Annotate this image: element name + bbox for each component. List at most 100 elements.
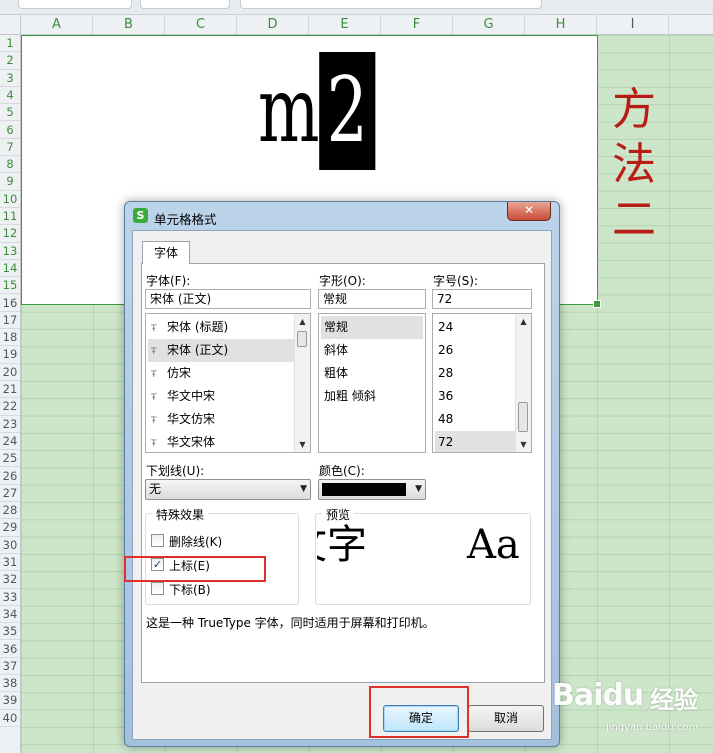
list-item[interactable]: Ŧ 宋体 (正文) [148,339,294,362]
row-header[interactable]: 24 [0,433,20,451]
strikethrough-label[interactable]: 删除线(K) [169,533,222,550]
list-item[interactable]: 26 [435,339,515,362]
column-header-b[interactable]: B [93,15,165,34]
row-header[interactable]: 21 [0,381,20,399]
row-header[interactable]: 6 [0,122,20,139]
column-header-e[interactable]: E [309,15,381,34]
list-item[interactable]: 48 [435,408,515,431]
row-header[interactable]: 36 [0,641,20,658]
row-header[interactable]: 17 [0,312,20,330]
row-header[interactable]: 38 [0,675,20,693]
size-input[interactable]: 72 [432,289,532,309]
size-list-scrollbar[interactable]: ▲ ▼ [515,314,531,452]
cell-content: m2 [258,52,376,170]
scroll-thumb[interactable] [297,331,307,347]
style-label: 字形(O): [319,274,366,288]
underline-select[interactable]: 无 ▼ [145,479,311,500]
row-header[interactable]: 1 [0,35,20,53]
row-header[interactable]: 26 [0,468,20,485]
select-all-corner[interactable] [0,15,21,34]
list-item[interactable]: 72 [435,431,515,452]
column-header-g[interactable]: G [453,15,525,34]
row-header[interactable]: 30 [0,537,20,554]
row-header[interactable]: 25 [0,450,20,468]
row-header[interactable]: 28 [0,502,20,520]
list-item[interactable]: Ŧ 宋体 (标题) [148,316,294,339]
row-header[interactable]: 34 [0,606,20,624]
row-header[interactable]: 16 [0,295,20,312]
list-item[interactable]: 斜体 [321,339,423,362]
row-header[interactable]: 9 [0,173,20,191]
tab-font[interactable]: 字体 [142,241,190,264]
row-header[interactable]: 13 [0,243,20,260]
row-header[interactable]: 27 [0,485,20,503]
row-header[interactable]: 37 [0,658,20,676]
style-input[interactable]: 常规 [318,289,426,309]
row-header[interactable]: 23 [0,416,20,433]
document-tab[interactable] [18,0,132,9]
row-header[interactable]: 35 [0,623,20,641]
list-item[interactable]: Ŧ 仿宋 [148,362,294,385]
row-header[interactable]: 19 [0,346,20,364]
list-item[interactable]: 36 [435,385,515,408]
size-listbox[interactable]: 24 26 28 36 48 72 ▲ ▼ [432,313,532,453]
row-header[interactable]: 4 [0,87,20,105]
subscript-checkbox[interactable] [151,582,164,595]
list-item[interactable]: 加粗 倾斜 [321,385,423,408]
list-item-label: 华文中宋 [167,389,216,403]
row-header[interactable]: 22 [0,398,20,416]
list-item[interactable]: Ŧ 华文中宋 [148,385,294,408]
row-header[interactable]: 33 [0,589,20,606]
row-header[interactable]: 40 [0,710,20,727]
row-header[interactable]: 11 [0,208,20,226]
row-header[interactable]: 20 [0,364,20,381]
font-list-scrollbar[interactable]: ▲ ▼ [294,314,310,452]
cancel-button[interactable]: 取消 [468,705,544,732]
dialog-titlebar[interactable]: S 单元格格式 ✕ [125,202,559,230]
column-header-d[interactable]: D [237,15,309,34]
document-tab[interactable] [140,0,230,9]
row-header[interactable]: 32 [0,571,20,589]
list-item[interactable]: Ŧ 华文宋体 [148,431,294,452]
row-header[interactable]: 12 [0,225,20,243]
row-header[interactable]: 2 [0,52,20,70]
scroll-down-icon[interactable]: ▼ [516,437,531,452]
close-button[interactable]: ✕ [507,202,551,221]
scroll-thumb[interactable] [518,402,528,432]
list-item[interactable]: 粗体 [321,362,423,385]
fill-handle[interactable] [593,300,601,308]
scroll-up-icon[interactable]: ▲ [516,314,531,329]
style-listbox[interactable]: 常规 斜体 粗体 加粗 倾斜 [318,313,426,453]
color-select[interactable]: ▼ [318,479,426,500]
column-header-h[interactable]: H [525,15,597,34]
font-listbox[interactable]: Ŧ 宋体 (标题) Ŧ 宋体 (正文) Ŧ 仿宋 Ŧ 华文中宋 Ŧ 华文仿宋 Ŧ 华文宋体 ▲ ▼ [145,313,311,453]
list-item-label: 48 [438,412,454,426]
column-header-c[interactable]: C [165,15,237,34]
formula-bar[interactable] [240,0,542,9]
scroll-down-icon[interactable]: ▼ [295,437,310,452]
row-header[interactable]: 14 [0,260,20,278]
strikethrough-checkbox[interactable] [151,534,164,547]
list-item[interactable]: Ŧ 华文仿宋 [148,408,294,431]
list-item[interactable]: 常规 [321,316,423,339]
row-header[interactable]: 29 [0,519,20,537]
row-header[interactable]: 10 [0,191,20,208]
row-header[interactable]: 3 [0,70,20,87]
subscript-label[interactable]: 下标(B) [169,581,211,598]
column-header-f[interactable]: F [381,15,453,34]
row-header[interactable]: 31 [0,554,20,572]
row-header[interactable]: 5 [0,104,20,122]
font-input[interactable]: 宋体 (正文) [145,289,311,309]
dialog-client: 字体 字体(F): 宋体 (正文) Ŧ 宋体 (标题) Ŧ 宋体 (正文) Ŧ 仿宋 Ŧ 华文… [132,230,552,740]
list-item[interactable]: 28 [435,362,515,385]
row-header[interactable]: 15 [0,277,20,295]
column-header-i[interactable]: I [597,15,669,34]
row-header[interactable]: 18 [0,329,20,347]
column-header-a[interactable]: A [21,15,93,34]
row-header[interactable]: 8 [0,156,20,174]
list-item-label: 宋体 (正文) [167,343,229,357]
row-header[interactable]: 39 [0,692,20,710]
list-item[interactable]: 24 [435,316,515,339]
scroll-up-icon[interactable]: ▲ [295,314,310,329]
row-header[interactable]: 7 [0,139,20,157]
